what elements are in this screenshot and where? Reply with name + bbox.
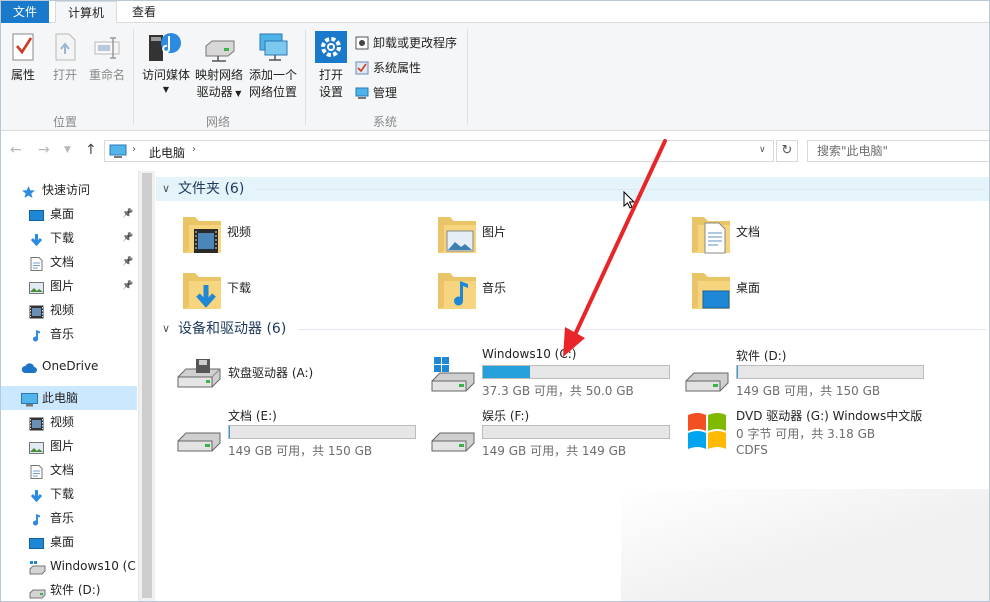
decorative-overlay [621, 489, 989, 601]
explorer-window: 文件 计算机 查看 属性 打开 重命名 位置 访问媒体 ▼ 映射网络 驱动器 ▼… [0, 0, 990, 602]
